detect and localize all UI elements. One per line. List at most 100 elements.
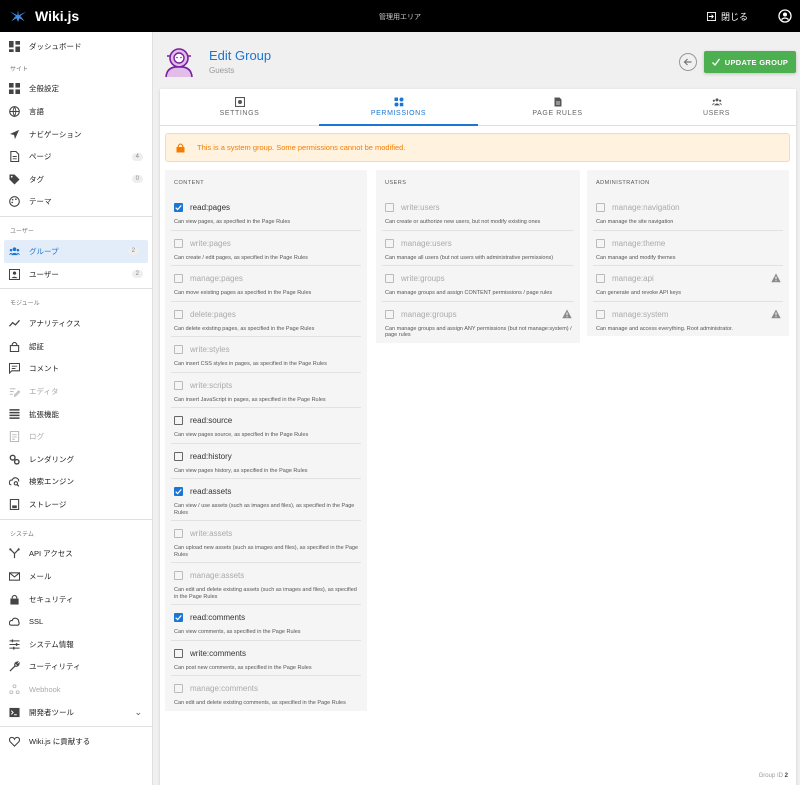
permission-name: write:scripts xyxy=(190,380,233,390)
app-logo[interactable]: Wiki.js xyxy=(9,8,79,24)
sidebar-item-label: ストレージ xyxy=(29,499,67,509)
permission-name: manage:comments xyxy=(190,684,259,693)
people-icon xyxy=(165,48,193,78)
permission-item: read:pages Can view pages, as specified i… xyxy=(171,195,361,231)
sidebar-item-mail[interactable]: メール xyxy=(0,565,152,588)
sidebar-item-contribute[interactable]: Wiki.js に貢献する xyxy=(0,730,152,753)
sidebar-item-label: 認証 xyxy=(29,341,44,351)
permission-name: manage:theme xyxy=(612,238,666,248)
groups-count-badge: 2 xyxy=(127,247,139,256)
permission-description: Can manage groups and assign ANY permiss… xyxy=(385,325,572,339)
sidebar-divider xyxy=(0,288,152,290)
sidebar-item-logging[interactable]: ログ xyxy=(0,425,152,448)
sidebar-item-locale[interactable]: 言語 xyxy=(0,100,152,123)
sidebar-item-utilities[interactable]: ユーティリティ xyxy=(0,656,152,679)
sidebar: ダッシュボード サイト 全般設定 言語 ナビゲーション ページ 4 タグ 0 テ… xyxy=(0,32,153,785)
permission-name: manage:api xyxy=(612,274,654,283)
chevron-down-icon[interactable]: ⌄ xyxy=(134,707,142,718)
sidebar-item-label: 言語 xyxy=(29,106,44,116)
permission-item: write:comments Can post new comments, as … xyxy=(171,641,361,676)
storage-icon xyxy=(8,498,20,510)
permission-checkbox[interactable] xyxy=(174,613,183,622)
sidebar-item-pages[interactable]: ページ 4 xyxy=(0,145,152,168)
permission-checkbox[interactable] xyxy=(174,648,183,658)
update-group-button[interactable]: UPDATE GROUP xyxy=(704,51,796,73)
sidebar-item-webhook[interactable]: Webhook xyxy=(0,678,152,701)
permission-checkbox[interactable] xyxy=(174,487,183,496)
page-header: Edit Group Guests UPDATE GROUP xyxy=(153,32,800,87)
permission-checkbox xyxy=(174,274,183,283)
permission-description: Can create / edit pages, as specified in… xyxy=(174,254,308,261)
heart-icon xyxy=(8,736,20,748)
permission-description: Can view pages, as specified in the Page… xyxy=(174,219,291,225)
sidebar-divider xyxy=(0,216,152,218)
tab-page-rules[interactable]: PAGE RULES xyxy=(478,89,637,125)
sidebar-section-modules: モジュール xyxy=(10,301,40,308)
sidebar-item-auth[interactable]: 認証 xyxy=(0,335,152,358)
permission-name: read:pages xyxy=(190,203,231,212)
sidebar-item-label: テーマ xyxy=(29,197,52,207)
permission-checkbox xyxy=(174,571,183,580)
tab-users[interactable]: USERS xyxy=(637,89,796,125)
sidebar-item-label: 開発者ツール xyxy=(29,707,74,717)
permission-name: write:pages xyxy=(190,238,231,248)
sidebar-item-label: Webhook xyxy=(29,685,61,695)
sidebar-item-label: ページ xyxy=(29,152,52,162)
sidebar-item-label: SSL xyxy=(29,617,44,627)
permissions-icon xyxy=(394,97,403,107)
top-bar: Wiki.js 管理用エリア 閉じる xyxy=(0,0,800,32)
permission-name: manage:users xyxy=(401,238,452,248)
sidebar-item-dev-tools[interactable]: 開発者ツール ⌄ xyxy=(0,701,152,724)
close-button[interactable]: 閉じる xyxy=(706,10,748,23)
column-title: CONTENT xyxy=(174,180,205,186)
sidebar-item-search[interactable]: 検索エンジン xyxy=(0,471,152,494)
sidebar-item-navigation[interactable]: ナビゲーション xyxy=(0,123,152,146)
page-title: Edit Group xyxy=(209,48,272,63)
sidebar-item-comments[interactable]: コメント xyxy=(0,358,152,381)
permission-description: Can view pages history, as specified in … xyxy=(174,467,308,474)
sidebar-item-extensions[interactable]: 拡張機能 xyxy=(0,403,152,426)
sidebar-item-ssl[interactable]: SSL xyxy=(0,610,152,633)
permission-item: manage:users Can manage all users (but no… xyxy=(382,231,574,266)
permission-item: manage:assets Can edit and delete existin… xyxy=(171,563,361,605)
sidebar-item-rendering[interactable]: レンダリング xyxy=(0,448,152,471)
wiki-logo-icon xyxy=(9,10,27,22)
page-subtitle: Guests xyxy=(209,66,235,75)
permission-checkbox xyxy=(385,203,394,212)
sidebar-item-editor[interactable]: エディタ xyxy=(0,380,152,403)
sidebar-item-security[interactable]: セキュリティ xyxy=(0,588,152,611)
permission-item: read:history Can view pages history, as s… xyxy=(171,444,361,479)
mail-icon xyxy=(8,571,20,583)
permission-description: Can manage groups and assign CONTENT per… xyxy=(385,290,553,296)
permission-name: read:assets xyxy=(190,487,232,496)
permission-checkbox xyxy=(174,380,183,390)
console-icon xyxy=(8,706,20,718)
permission-checkbox[interactable] xyxy=(174,451,183,461)
permission-item: write:users Can create or authorize new u… xyxy=(382,195,574,231)
tab-permissions[interactable]: PERMISSIONS xyxy=(319,89,478,125)
account-icon[interactable] xyxy=(778,9,792,23)
sidebar-item-api[interactable]: API アクセス xyxy=(0,543,152,566)
permission-description: Can edit and delete existing comments, a… xyxy=(174,700,346,706)
back-button[interactable] xyxy=(679,53,697,71)
sidebar-item-dashboard[interactable]: ダッシュボード xyxy=(0,35,152,58)
sidebar-item-tags[interactable]: タグ 0 xyxy=(0,168,152,191)
comment-icon xyxy=(8,363,20,375)
sidebar-item-theme[interactable]: テーマ xyxy=(0,191,152,214)
sidebar-item-storage[interactable]: ストレージ xyxy=(0,493,152,516)
tab-settings[interactable]: SETTINGS xyxy=(160,89,319,125)
permission-checkbox[interactable] xyxy=(174,416,183,425)
permission-checkbox xyxy=(596,203,605,212)
permission-item: manage:comments Can edit and delete exist… xyxy=(171,676,361,711)
sidebar-item-groups[interactable]: グループ 2 xyxy=(4,240,148,263)
tab-label: PERMISSIONS xyxy=(370,110,427,117)
sidebar-item-general[interactable]: 全般設定 xyxy=(0,78,152,101)
permission-name: write:groups xyxy=(401,274,445,283)
permission-checkbox[interactable] xyxy=(174,203,183,212)
close-label: 閉じる xyxy=(720,11,748,22)
sidebar-item-users[interactable]: ユーザー 2 xyxy=(0,263,152,286)
sidebar-item-system-info[interactable]: システム情報 xyxy=(0,633,152,656)
sidebar-item-analytics[interactable]: アナリティクス xyxy=(0,312,152,335)
permission-item: manage:pages Can move existing pages as s… xyxy=(171,266,361,302)
tags-count-badge: 0 xyxy=(131,175,143,184)
